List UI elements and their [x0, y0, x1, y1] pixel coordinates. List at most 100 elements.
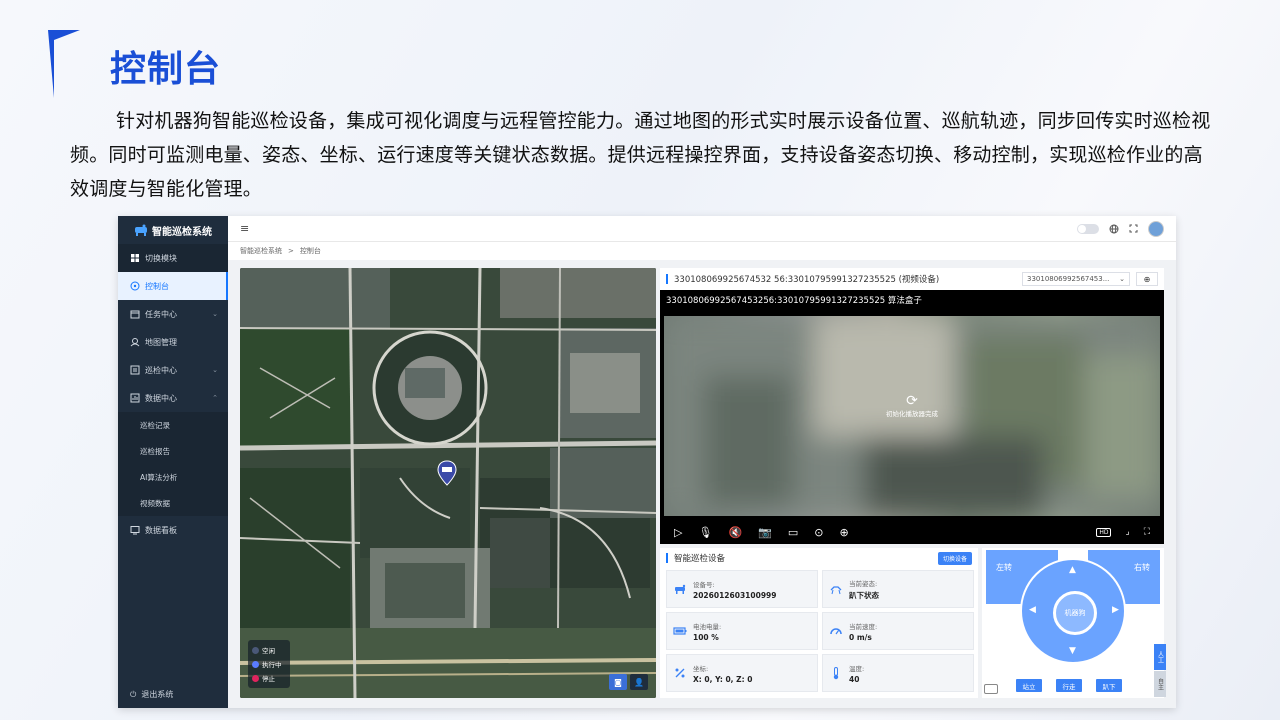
- video-loading-indicator: ⟳ 初始化播放器完成: [660, 394, 1164, 418]
- status-value: 趴下状态: [849, 590, 879, 600]
- robot-icon: [675, 584, 686, 594]
- corner-bracket-decoration: [48, 30, 80, 98]
- legend-label: 执行中: [262, 661, 282, 669]
- video-add-button[interactable]: ⊕: [1136, 272, 1158, 286]
- microphone-icon[interactable]: 🎙: [698, 526, 712, 539]
- device-location-pin-icon[interactable]: [437, 460, 457, 486]
- tab-manual[interactable]: 人工: [1154, 644, 1166, 670]
- picture-in-picture-icon[interactable]: ⌟: [1125, 527, 1129, 537]
- legend-item-stopped: 停止: [252, 671, 286, 685]
- breadcrumb-root[interactable]: 智能巡检系统: [240, 246, 282, 256]
- chevron-up-icon: ⌃: [212, 394, 218, 402]
- video-loading-text: 初始化播放器完成: [886, 410, 938, 418]
- status-card-device-id: 设备号: 2026012603100999: [666, 570, 818, 608]
- sidebar-brand: 智能巡检系统: [118, 216, 228, 244]
- map-tool-buttons: ◙ 👤: [609, 674, 648, 690]
- dashboard-icon: [130, 281, 140, 291]
- stand-button[interactable]: 站立: [1016, 679, 1042, 692]
- device-panel-title: 智能巡检设备: [674, 554, 726, 564]
- video-player[interactable]: 33010806992567453256:3301079599132723552…: [660, 290, 1164, 544]
- brand-name: 智能巡检系统: [152, 226, 212, 238]
- coordinate-icon: [675, 668, 685, 678]
- mute-icon[interactable]: 🔇: [728, 526, 742, 539]
- walk-button[interactable]: 行走: [1056, 679, 1082, 692]
- sidebar-subitem-ai-analysis[interactable]: AI算法分析: [118, 464, 228, 490]
- status-value: X: 0, Y: 0, Z: 0: [693, 674, 753, 684]
- globe-icon[interactable]: [1109, 224, 1119, 234]
- logout-button[interactable]: ⏻ 退出系统: [130, 689, 173, 700]
- zoom-in-icon[interactable]: ⊕: [839, 526, 848, 539]
- turn-right-label: 右转: [1134, 563, 1150, 572]
- status-label: 当前速度:: [849, 622, 878, 631]
- breadcrumb: 智能巡检系统 > 控制台: [228, 242, 1176, 260]
- video-device-select[interactable]: 33010806992567453... ⌄: [1022, 272, 1130, 286]
- status-card-speed: 当前速度: 0 m/s: [822, 612, 974, 650]
- topbar: ≡: [228, 216, 1176, 242]
- fullscreen-icon[interactable]: ⛶: [1144, 527, 1150, 537]
- menu-toggle-icon[interactable]: ≡: [240, 222, 249, 235]
- direction-joystick[interactable]: ▲ ▼ ◀ ▶ 机器狗: [1020, 558, 1126, 664]
- sidebar-subitem-inspection-records[interactable]: 巡检记录: [118, 412, 228, 438]
- slide-title: 控制台: [110, 49, 222, 90]
- status-value: 100 %: [693, 632, 719, 642]
- snapshot-icon[interactable]: 📷: [758, 526, 772, 539]
- map-status-legend: 空闲 执行中 停止: [248, 640, 290, 688]
- video-device-select-value: 33010806992567453...: [1027, 275, 1110, 283]
- thermometer-icon: [833, 667, 839, 680]
- legend-item-idle: 空闲: [252, 643, 286, 657]
- sidebar-item-switch-module[interactable]: 切换模块: [118, 244, 228, 272]
- sidebar-subitem-inspection-report[interactable]: 巡检报告: [118, 438, 228, 464]
- fullscreen-icon[interactable]: [1129, 224, 1138, 233]
- theme-toggle[interactable]: [1077, 223, 1099, 234]
- sidebar-item-console[interactable]: 控制台: [118, 272, 228, 300]
- tab-auto[interactable]: 自主: [1154, 671, 1166, 697]
- lie-down-button[interactable]: 趴下: [1096, 679, 1122, 692]
- chart-icon: [130, 393, 140, 403]
- video-caption: 33010806992567453256:3301079599132723552…: [666, 296, 922, 306]
- play-icon[interactable]: ▷: [674, 526, 682, 539]
- status-card-coordinate: 坐标: X: 0, Y: 0, Z: 0: [666, 654, 818, 692]
- sidebar-item-label: 数据中心: [145, 393, 177, 403]
- arrow-left-icon[interactable]: ◀: [1029, 605, 1036, 615]
- sidebar-item-task-center[interactable]: 任务中心 ⌄: [118, 300, 228, 328]
- ptz-icon[interactable]: ⊙: [814, 526, 823, 539]
- arrow-up-icon[interactable]: ▲: [1069, 565, 1076, 575]
- sidebar-item-label: 巡检中心: [145, 365, 177, 375]
- keyboard-icon[interactable]: [984, 684, 998, 694]
- sidebar-item-data-center[interactable]: 数据中心 ⌃: [118, 384, 228, 412]
- satellite-map[interactable]: 空闲 执行中 停止 ◙ 👤: [240, 268, 656, 698]
- switch-device-button[interactable]: 切换设备: [937, 551, 972, 565]
- sidebar-item-label: 地图管理: [145, 337, 177, 347]
- power-icon: ⏻: [130, 689, 137, 699]
- sidebar-item-map-management[interactable]: 地图管理: [118, 328, 228, 356]
- status-card-battery: 电池电量: 100 %: [666, 612, 818, 650]
- monitor-icon: [130, 526, 140, 535]
- map-user-button[interactable]: 👤: [630, 674, 648, 690]
- status-label: 设备号:: [693, 580, 715, 589]
- list-icon: [130, 365, 140, 375]
- breadcrumb-current: 控制台: [299, 247, 321, 255]
- device-panel-header: 智能巡检设备 切换设备: [660, 548, 978, 568]
- sidebar-item-label: 数据看板: [145, 525, 177, 535]
- joystick-center[interactable]: 机器狗: [1053, 591, 1097, 635]
- hd-quality-button[interactable]: HD: [1096, 527, 1112, 537]
- legend-dot: [252, 646, 259, 654]
- arrow-right-icon[interactable]: ▶: [1112, 605, 1119, 615]
- video-panel-title: 330108069925674532 56:330107959913272355…: [674, 275, 940, 285]
- map-pin-icon: [130, 338, 140, 347]
- sidebar-item-label: 任务中心: [145, 309, 177, 319]
- robot-logo-icon: [135, 224, 147, 236]
- arrow-down-icon[interactable]: ▼: [1069, 646, 1076, 656]
- record-icon[interactable]: ▭: [788, 526, 798, 539]
- map-camera-button[interactable]: ◙: [609, 674, 627, 690]
- header-accent-bar: [666, 553, 668, 563]
- sidebar-item-inspection-center[interactable]: 巡检中心 ⌄: [118, 356, 228, 384]
- sidebar-subitem-video-data[interactable]: 视频数据: [118, 490, 228, 516]
- status-label: 温度:: [849, 664, 865, 673]
- sidebar-item-data-board[interactable]: 数据看板: [118, 516, 228, 544]
- video-panel-header: 330108069925674532 56:330107959913272355…: [660, 268, 1164, 290]
- status-value: 2026012603100999: [693, 590, 777, 600]
- legend-label: 停止: [262, 675, 275, 683]
- calendar-icon: [130, 310, 140, 319]
- avatar[interactable]: [1148, 220, 1164, 237]
